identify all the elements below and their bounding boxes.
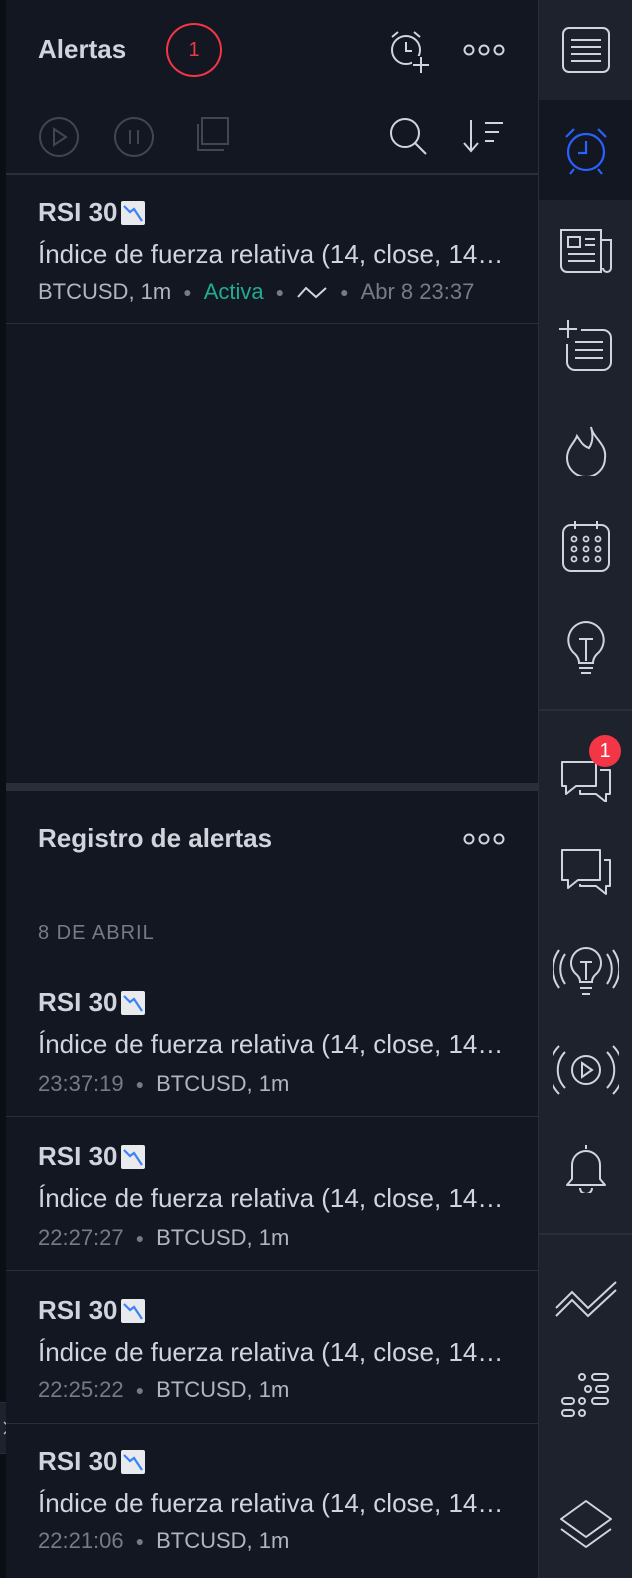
meta-dot: ● — [135, 1533, 145, 1549]
log-entry-title: RSI 30 — [38, 987, 146, 1018]
alert-meta: BTCUSD, 1m ● Activa ● ● Abr 8 23:37 — [38, 279, 506, 305]
alert-description: Índice de fuerza relativa (14, close, 14… — [38, 239, 506, 269]
chart-decreasing-icon — [120, 990, 145, 1015]
sidebar-item-add-list[interactable] — [539, 296, 632, 396]
alerts-header: Alertas 1 — [6, 0, 538, 100]
trading-icon — [555, 1281, 617, 1318]
news-icon — [560, 229, 612, 273]
alert-date: Abr 8 23:37 — [360, 279, 475, 304]
chart-decreasing-icon — [120, 1449, 145, 1474]
chart-decreasing-icon — [120, 1298, 145, 1323]
log-entry-meta: 22:27:27 ● BTCUSD, 1m — [38, 1225, 506, 1251]
log-entry[interactable]: RSI 30 Índice de fuerza relativa (14, cl… — [6, 1424, 538, 1578]
log-entry-title: RSI 30 — [38, 1295, 146, 1326]
alerts-count-badge: 1 — [166, 23, 222, 77]
alerts-toolbar — [6, 100, 538, 173]
log-entry-title: RSI 30 — [38, 1141, 146, 1172]
flame-icon — [565, 426, 607, 476]
sidebar-item-dom[interactable] — [539, 1346, 632, 1446]
calendar-icon — [562, 521, 610, 572]
panel-title: Alertas — [38, 34, 127, 64]
log-entry-time: 23:37:19 — [38, 1071, 124, 1096]
streams-icon — [553, 1045, 619, 1095]
lightbulb-icon — [567, 620, 605, 674]
add-alert-icon[interactable] — [386, 28, 432, 74]
alert-name: RSI 30 — [38, 197, 118, 227]
pause-all-icon[interactable] — [113, 116, 155, 158]
log-entry-meta: 22:25:22 ● BTCUSD, 1m — [38, 1377, 506, 1403]
sidebar-item-ideas[interactable] — [539, 598, 632, 698]
layers-icon — [560, 1500, 612, 1548]
alarm-clock-icon — [565, 128, 607, 175]
crossing-condition-icon — [297, 286, 327, 299]
log-entry-time: 22:25:22 — [38, 1377, 124, 1402]
log-entry-time: 22:27:27 — [38, 1225, 124, 1250]
meta-dot: ● — [135, 1076, 145, 1092]
sidebar-separator — [539, 1233, 632, 1235]
meta-dot: ● — [135, 1230, 145, 1246]
log-entry-name: RSI 30 — [38, 987, 118, 1017]
sidebar-item-news[interactable] — [539, 200, 632, 300]
log-entry[interactable]: RSI 30 Índice de fuerza relativa (14, cl… — [6, 963, 538, 1116]
log-entry-description: Índice de fuerza relativa (14, close, 14… — [38, 1183, 506, 1213]
watchlist-icon — [562, 27, 610, 73]
log-entry[interactable]: RSI 30 Índice de fuerza relativa (14, cl… — [6, 1271, 538, 1423]
sort-icon[interactable] — [461, 118, 505, 154]
meta-dot: ● — [340, 284, 349, 300]
sidebar-item-layers[interactable] — [539, 1474, 632, 1574]
sidebar-item-hotlists[interactable] — [539, 400, 632, 500]
notifications-bell-icon — [566, 1145, 606, 1193]
meta-dot: ● — [135, 1382, 145, 1398]
sidebar-item-ideas-stream[interactable] — [539, 922, 632, 1022]
log-entry-meta: 23:37:19 ● BTCUSD, 1m — [38, 1071, 506, 1097]
alerts-panel: Alertas 1 RSI 30 Índice de fuerza relati… — [6, 0, 538, 1578]
ideas-stream-icon — [553, 946, 619, 995]
alert-item[interactable]: RSI 30 Índice de fuerza relativa (14, cl… — [6, 175, 538, 323]
log-entry-symbol: BTCUSD, 1m — [156, 1528, 290, 1553]
log-entry-name: RSI 30 — [38, 1295, 118, 1325]
log-entry-title: RSI 30 — [38, 1446, 146, 1477]
alert-title: RSI 30 — [38, 197, 146, 228]
alert-symbol: BTCUSD, 1m — [38, 279, 172, 304]
sidebar-item-chat[interactable] — [539, 822, 632, 922]
sidebar-item-watchlist[interactable] — [539, 0, 632, 100]
log-more-options-icon[interactable] — [462, 829, 506, 849]
dom-icon — [561, 1373, 609, 1417]
log-entry-symbol: BTCUSD, 1m — [156, 1071, 290, 1096]
log-entry-description: Índice de fuerza relativa (14, close, 14… — [38, 1488, 506, 1518]
more-options-icon[interactable] — [462, 40, 506, 60]
log-entry-description: Índice de fuerza relativa (14, close, 14… — [38, 1337, 506, 1367]
chat-icon — [561, 849, 611, 895]
log-entry-meta: 22:21:06 ● BTCUSD, 1m — [38, 1528, 506, 1554]
sidebar-separator — [539, 709, 632, 711]
chat-notification-badge: 1 — [589, 735, 621, 767]
log-entry-name: RSI 30 — [38, 1446, 118, 1476]
sidebar-item-calendar[interactable] — [539, 496, 632, 596]
log-entry-symbol: BTCUSD, 1m — [156, 1377, 290, 1402]
alert-status: Activa — [203, 279, 264, 304]
log-entry-time: 22:21:06 — [38, 1528, 124, 1553]
log-entry[interactable]: RSI 30 Índice de fuerza relativa (14, cl… — [6, 1117, 538, 1270]
chart-decreasing-icon — [120, 1144, 145, 1169]
sidebar-item-notifications[interactable] — [539, 1118, 632, 1218]
meta-dot: ● — [275, 284, 285, 300]
sidebar-item-streams[interactable] — [539, 1020, 632, 1120]
section-divider[interactable] — [6, 783, 538, 791]
meta-dot: ● — [183, 284, 192, 300]
log-entry-name: RSI 30 — [38, 1141, 118, 1171]
sidebar-item-trading[interactable] — [539, 1248, 632, 1348]
alert-separator — [6, 323, 538, 324]
clone-icon[interactable] — [192, 116, 230, 154]
alerts-count: 1 — [188, 38, 200, 61]
log-entry-description: Índice de fuerza relativa (14, close, 14… — [38, 1029, 506, 1059]
add-list-icon — [559, 320, 612, 371]
chart-decreasing-icon — [120, 200, 145, 225]
log-date-group: 8 DE ABRIL — [38, 922, 155, 944]
right-sidebar: 1 — [538, 0, 632, 1578]
alert-log-title: Registro de alertas — [38, 823, 273, 853]
search-icon[interactable] — [388, 116, 428, 156]
log-entry-symbol: BTCUSD, 1m — [156, 1225, 290, 1250]
sidebar-item-alerts[interactable] — [539, 100, 632, 200]
start-all-icon[interactable] — [38, 116, 80, 158]
